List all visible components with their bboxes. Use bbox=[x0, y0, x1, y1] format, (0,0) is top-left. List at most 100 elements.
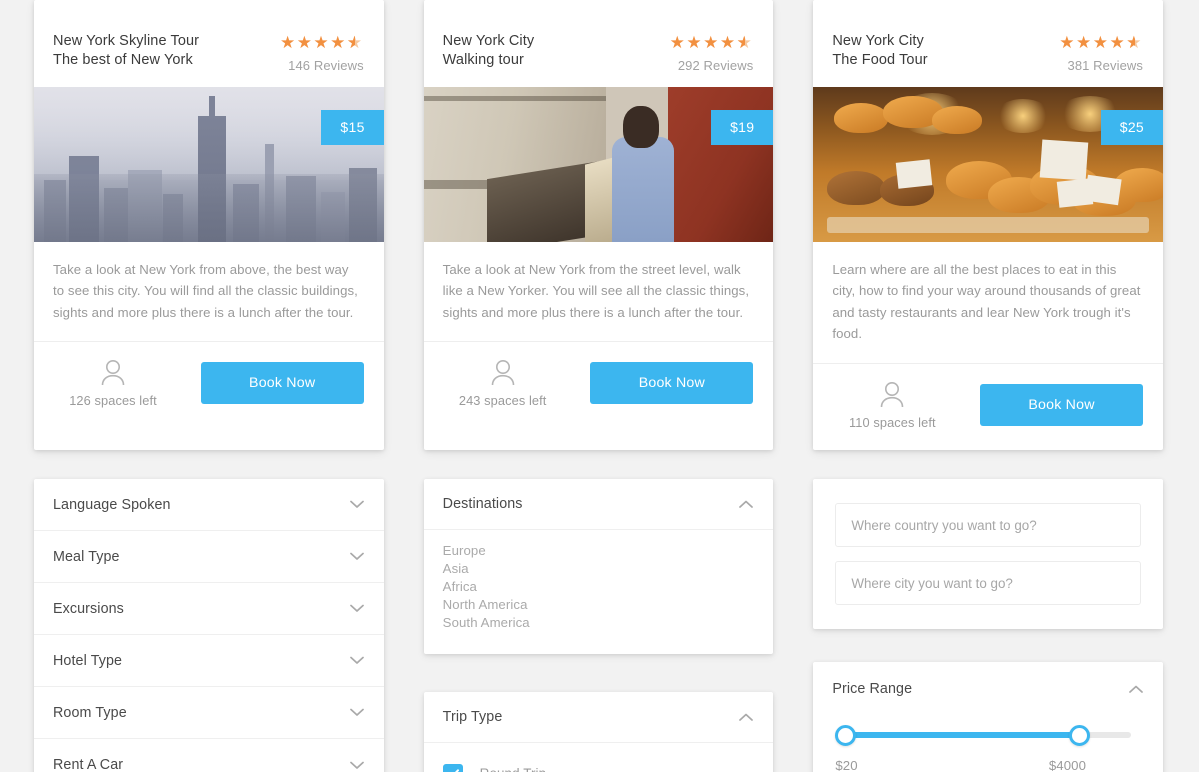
tour-card-image: $25 bbox=[813, 87, 1164, 242]
accordion-item-language-spoken[interactable]: Language Spoken bbox=[34, 479, 384, 531]
tour-card[interactable]: New York City Walking tour ★★★★★ 292 Rev… bbox=[423, 0, 774, 450]
destinations-title: Destinations bbox=[442, 496, 523, 512]
accordion-item-label: Excursions bbox=[53, 600, 124, 617]
chevron-down-icon bbox=[349, 656, 364, 665]
tour-card-price-badge: $15 bbox=[321, 110, 384, 145]
chevron-down-icon bbox=[349, 552, 364, 561]
price-range-labels: $20 $4000 bbox=[835, 758, 1141, 772]
destination-item[interactable]: Europe bbox=[443, 542, 755, 560]
spaces-left-text: 110 spaces left bbox=[849, 414, 936, 430]
tour-card[interactable]: New York Skyline Tour The best of New Yo… bbox=[34, 0, 384, 450]
tour-card-price-badge: $19 bbox=[711, 110, 774, 145]
trip-type-option-label: Round Trip bbox=[480, 766, 547, 772]
accordion-item-hotel-type[interactable]: Hotel Type bbox=[34, 635, 384, 687]
tour-card-title: New York Skyline Tour bbox=[53, 33, 200, 49]
tour-card-rating: ★★★★★ 292 Reviews bbox=[670, 32, 754, 73]
tour-card-titles: New York City Walking tour bbox=[443, 32, 535, 70]
tour-card-subtitle: Walking tour bbox=[442, 52, 524, 69]
country-search-input[interactable] bbox=[835, 503, 1142, 547]
review-count: 381 Reviews bbox=[1067, 58, 1144, 73]
chevron-down-icon bbox=[349, 708, 364, 717]
star-rating-icons: ★★★★★ bbox=[670, 34, 754, 51]
filters-right-column: Price Range $20 $4000 bbox=[813, 479, 1164, 772]
trip-type-option-round-trip[interactable]: Round Trip bbox=[442, 755, 755, 772]
book-now-button[interactable]: Book Now bbox=[980, 383, 1144, 426]
city-search-input[interactable] bbox=[835, 561, 1142, 605]
tour-card-image: $15 bbox=[34, 87, 384, 242]
tour-card-footer: 126 spaces left Book Now bbox=[34, 342, 384, 428]
destination-item[interactable]: Africa bbox=[443, 578, 755, 596]
accordion-item-rent-a-car[interactable]: Rent A Car bbox=[34, 739, 384, 772]
trip-type-options: Round Trip One Way bbox=[424, 743, 774, 772]
person-icon bbox=[488, 358, 518, 386]
tour-cards-row: New York Skyline Tour The best of New Yo… bbox=[34, 0, 1164, 450]
chevron-up-icon bbox=[739, 500, 754, 509]
filters-left-column: Language Spoken Meal Type Excursions Hot… bbox=[34, 479, 384, 772]
price-max-label: $4000 bbox=[1048, 758, 1087, 772]
tour-card[interactable]: New York City The Food Tour ★★★★★ 381 Re… bbox=[813, 0, 1164, 450]
destinations-header[interactable]: Destinations bbox=[423, 479, 774, 530]
spaces-left-text: 243 spaces left bbox=[458, 393, 547, 409]
star-half-icon: ★ bbox=[347, 34, 364, 51]
tour-card-subtitle: The best of New York bbox=[53, 52, 193, 69]
slider-selected-range bbox=[845, 732, 1083, 738]
chevron-down-icon bbox=[349, 761, 364, 770]
location-search-panel bbox=[813, 479, 1164, 629]
destinations-list: Europe Asia Africa North America South A… bbox=[424, 530, 774, 654]
tour-card-titles: New York City The Food Tour bbox=[832, 32, 927, 70]
accordion-item-excursions[interactable]: Excursions bbox=[34, 583, 384, 635]
chevron-up-icon bbox=[739, 713, 754, 722]
tour-card-description: Learn where are all the best places to e… bbox=[813, 242, 1164, 364]
spaces-left-text: 126 spaces left bbox=[69, 393, 157, 409]
destination-item[interactable]: South America bbox=[443, 614, 755, 632]
checkbox-checked-icon[interactable] bbox=[442, 763, 463, 772]
spaces-left-group: 126 spaces left bbox=[53, 358, 173, 408]
destination-item[interactable]: North America bbox=[443, 596, 755, 614]
tour-card-title: New York City bbox=[442, 33, 535, 49]
book-now-button[interactable]: Book Now bbox=[200, 362, 364, 405]
tour-card-price-badge: $25 bbox=[1100, 110, 1164, 145]
slider-min-handle[interactable] bbox=[835, 725, 857, 746]
accordion-item-room-type[interactable]: Room Type bbox=[34, 687, 384, 739]
review-count: 292 Reviews bbox=[677, 58, 754, 73]
accordion-item-meal-type[interactable]: Meal Type bbox=[34, 531, 384, 583]
destination-item[interactable]: Asia bbox=[443, 560, 755, 578]
tour-card-subtitle: The Food Tour bbox=[832, 52, 928, 69]
review-count: 146 Reviews bbox=[288, 58, 364, 73]
chevron-up-icon bbox=[1129, 685, 1143, 694]
destinations-panel: Destinations Europe Asia Africa North Am… bbox=[423, 479, 774, 655]
tour-card-rating: ★★★★★ 381 Reviews bbox=[1059, 32, 1143, 73]
spaces-left-group: 110 spaces left bbox=[832, 380, 952, 430]
accordion-item-label: Room Type bbox=[53, 704, 127, 721]
person-icon bbox=[877, 380, 907, 408]
page-root: New York Skyline Tour The best of New Yo… bbox=[0, 0, 1199, 772]
accordion-item-label: Hotel Type bbox=[53, 652, 123, 669]
price-range-panel: Price Range $20 $4000 bbox=[813, 662, 1164, 772]
tour-card-image: $19 bbox=[423, 87, 774, 242]
tour-card-header: New York City Walking tour ★★★★★ 292 Rev… bbox=[424, 0, 774, 87]
spaces-left-group: 243 spaces left bbox=[443, 358, 563, 408]
price-min-label: $20 bbox=[835, 758, 858, 772]
filters-middle-column: Destinations Europe Asia Africa North Am… bbox=[423, 479, 774, 772]
accordion-item-label: Rent A Car bbox=[53, 757, 124, 772]
tour-card-description: Take a look at New York from above, the … bbox=[34, 242, 384, 343]
price-range-title: Price Range bbox=[832, 681, 913, 697]
book-now-button[interactable]: Book Now bbox=[590, 362, 754, 405]
price-range-slider[interactable] bbox=[835, 720, 1141, 750]
tour-card-description: Take a look at New York from the street … bbox=[423, 242, 774, 343]
person-icon bbox=[98, 358, 128, 386]
trip-type-title: Trip Type bbox=[442, 709, 503, 726]
tour-card-header: New York Skyline Tour The best of New Yo… bbox=[34, 0, 384, 87]
tour-card-titles: New York Skyline Tour The best of New Yo… bbox=[53, 32, 199, 70]
star-rating-icons: ★★★★★ bbox=[1059, 34, 1143, 51]
trip-type-panel: Trip Type Round Trip One Way bbox=[423, 692, 774, 772]
price-range-header[interactable]: Price Range bbox=[813, 662, 1163, 710]
trip-type-header[interactable]: Trip Type bbox=[423, 692, 774, 744]
tour-card-header: New York City The Food Tour ★★★★★ 381 Re… bbox=[813, 0, 1163, 87]
slider-max-handle[interactable] bbox=[1069, 725, 1091, 746]
chevron-down-icon bbox=[349, 604, 364, 613]
chevron-down-icon bbox=[349, 500, 364, 509]
accordion-item-label: Language Spoken bbox=[53, 496, 171, 513]
tour-card-title: New York City bbox=[832, 33, 924, 49]
filters-row: Language Spoken Meal Type Excursions Hot… bbox=[34, 479, 1164, 772]
